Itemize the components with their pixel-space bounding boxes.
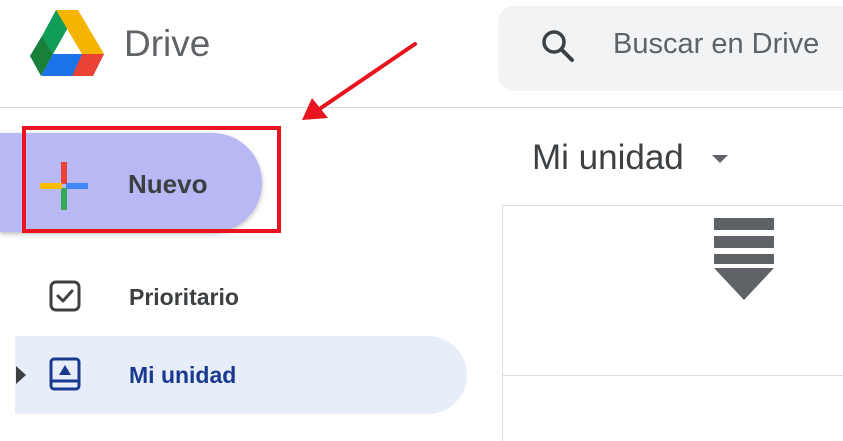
page-title[interactable]: Mi unidad — [532, 136, 684, 180]
content-divider — [502, 205, 843, 206]
search-icon[interactable] — [540, 28, 576, 64]
caret-down-icon[interactable] — [708, 152, 732, 166]
new-button-label: Nuevo — [128, 169, 208, 199]
search-input[interactable]: Buscar en Drive — [613, 26, 819, 62]
checkbox-icon — [49, 280, 81, 312]
app-title[interactable]: Drive — [124, 20, 210, 68]
sidebar-item-prioritario[interactable]: Prioritario — [15, 258, 467, 336]
drive-folder-icon — [49, 357, 81, 391]
google-drive-logo[interactable] — [30, 10, 104, 78]
list-divider — [502, 375, 843, 376]
content-border — [502, 205, 503, 441]
drive-page: Drive Buscar en Drive Nuevo Prioritario — [0, 0, 843, 441]
plus-icon — [40, 162, 88, 210]
sort-down-icon[interactable] — [712, 218, 776, 302]
sidebar-item-mi-unidad[interactable]: Mi unidad — [15, 336, 467, 414]
sidebar-item-label: Prioritario — [129, 284, 239, 310]
expand-arrow-icon[interactable] — [16, 366, 30, 384]
annotation-arrow — [302, 42, 417, 120]
sidebar-item-label: Mi unidad — [129, 362, 237, 388]
